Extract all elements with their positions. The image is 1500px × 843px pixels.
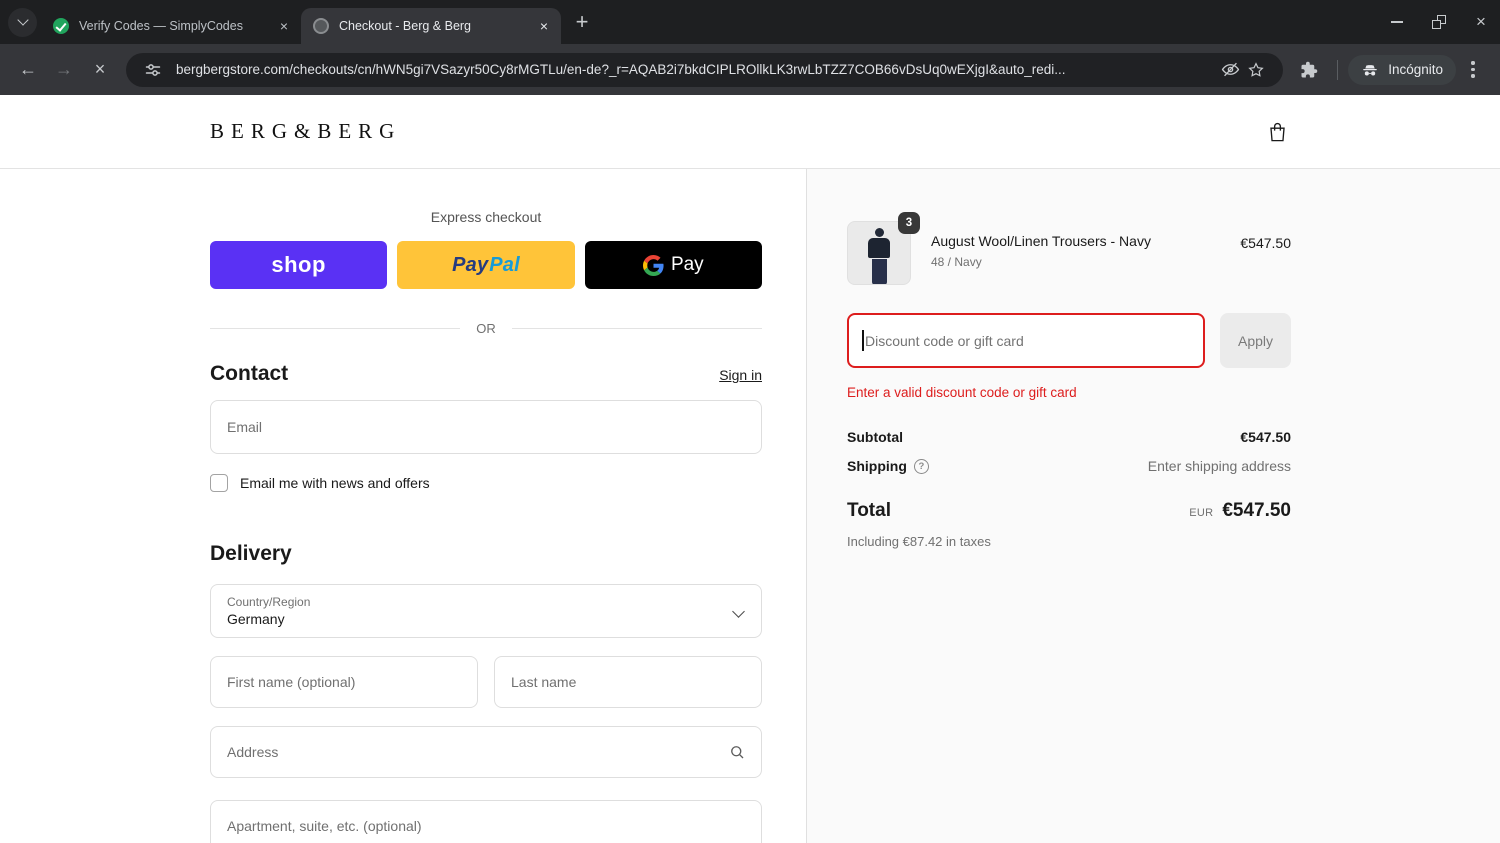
tab-title: Checkout - Berg & Berg: [339, 19, 472, 33]
sign-in-link[interactable]: Sign in: [719, 367, 762, 383]
country-select[interactable]: Country/Region Germany: [210, 584, 762, 638]
google-g-icon: [642, 254, 664, 276]
minimize-icon: [1391, 21, 1403, 23]
google-pay-button[interactable]: Pay: [584, 241, 762, 289]
delivery-heading: Delivery: [210, 542, 292, 565]
contact-heading: Contact: [210, 362, 289, 385]
newsletter-opt-in[interactable]: Email me with news and offers: [210, 474, 762, 492]
tab-title: Verify Codes — SimplyCodes: [79, 19, 243, 33]
newsletter-checkbox[interactable]: [210, 474, 228, 492]
window-controls: ×: [1390, 0, 1488, 44]
shipping-help-icon[interactable]: ?: [913, 458, 929, 474]
forward-button[interactable]: →: [46, 52, 82, 88]
text-caret: [862, 330, 864, 351]
cart-button[interactable]: [1266, 120, 1289, 143]
stop-loading-button[interactable]: ×: [82, 52, 118, 88]
browser-titlebar: Verify Codes — SimplyCodes × Checkout - …: [0, 0, 1500, 44]
extensions-puzzle-icon[interactable]: [1291, 52, 1327, 88]
tab-close-icon[interactable]: ×: [275, 17, 293, 35]
browser-toolbar: ← → × bergbergstore.com/checkouts/cn/hWN…: [0, 44, 1500, 95]
total-label: Total: [847, 500, 891, 521]
checkout-page: BERG&BERG Express checkout shop PayPal: [0, 95, 1500, 843]
minimize-button[interactable]: [1390, 15, 1404, 29]
close-window-button[interactable]: ×: [1474, 12, 1488, 31]
simplycodes-favicon-icon: [53, 18, 69, 34]
bookmark-star-icon[interactable]: [1243, 57, 1269, 83]
close-icon: ×: [1476, 12, 1486, 31]
restore-button[interactable]: [1432, 15, 1446, 29]
incognito-icon: [1363, 64, 1377, 75]
apartment-field[interactable]: [210, 800, 762, 843]
apply-discount-button[interactable]: Apply: [1220, 313, 1291, 368]
product-name: August Wool/Linen Trousers - Navy: [931, 233, 1151, 249]
new-tab-button[interactable]: +: [567, 7, 597, 37]
country-label: Country/Region: [227, 595, 311, 609]
berg-favicon-icon: [313, 18, 329, 34]
address-field[interactable]: [210, 726, 762, 778]
or-divider: OR: [210, 321, 762, 336]
cost-summary: Subtotal €547.50 Shipping ? Enter shippi…: [847, 429, 1291, 549]
shipping-label: Shipping: [847, 458, 907, 474]
incognito-label: Incógnito: [1388, 62, 1443, 77]
password-eye-off-icon[interactable]: [1217, 57, 1243, 83]
back-button[interactable]: ←: [10, 52, 46, 88]
subtotal-value: €547.50: [1240, 429, 1291, 445]
checkout-form-pane: Express checkout shop Pay Pal Pay OR Con…: [0, 169, 806, 843]
checkout-main: Express checkout shop Pay Pal Pay OR Con…: [0, 169, 1500, 843]
search-icon: [728, 743, 746, 761]
incognito-badge: Incógnito: [1348, 54, 1456, 85]
discount-section: Apply: [847, 313, 1291, 368]
tab-strip: Verify Codes — SimplyCodes × Checkout - …: [41, 8, 561, 44]
discount-error-message: Enter a valid discount code or gift card: [847, 385, 1077, 400]
last-name-field[interactable]: [494, 656, 762, 708]
taxes-note: Including €87.42 in taxes: [847, 534, 991, 549]
country-value: Germany: [227, 611, 285, 627]
tab-close-icon[interactable]: ×: [535, 17, 553, 35]
browser-menu-icon[interactable]: [1456, 53, 1490, 87]
subtotal-label: Subtotal: [847, 429, 903, 445]
tab-simplycodes[interactable]: Verify Codes — SimplyCodes ×: [41, 8, 301, 44]
currency-code: EUR: [1189, 507, 1214, 519]
product-price: €547.50: [1240, 235, 1291, 251]
tab-checkout-berg[interactable]: Checkout - Berg & Berg ×: [301, 8, 561, 44]
paypal-button[interactable]: Pay Pal: [397, 241, 575, 289]
first-name-field[interactable]: [210, 656, 478, 708]
shipping-value: Enter shipping address: [1147, 458, 1291, 474]
url-text[interactable]: bergbergstore.com/checkouts/cn/hWN5gi7VS…: [176, 62, 1207, 77]
product-variant: 48 / Navy: [931, 255, 982, 269]
toolbar-separator: [1337, 59, 1339, 80]
express-buttons: shop Pay Pal Pay: [210, 241, 762, 289]
order-summary-pane: 3 August Wool/Linen Trousers - Navy 48 /…: [806, 169, 1500, 843]
site-info-icon[interactable]: [140, 57, 166, 83]
email-field[interactable]: [210, 400, 762, 454]
chevron-down-icon: [16, 14, 29, 26]
total-value: €547.50: [1222, 500, 1291, 521]
quantity-badge: 3: [898, 212, 920, 234]
shop-pay-button[interactable]: shop: [210, 241, 388, 289]
cart-line-item: 3 August Wool/Linen Trousers - Navy 48 /…: [847, 212, 1291, 285]
store-header: BERG&BERG: [0, 95, 1500, 169]
omnibox[interactable]: bergbergstore.com/checkouts/cn/hWN5gi7VS…: [126, 52, 1284, 87]
cart-bag-icon: [1270, 122, 1285, 141]
store-logo[interactable]: BERG&BERG: [210, 119, 401, 144]
discount-code-field[interactable]: [847, 313, 1205, 368]
newsletter-label: Email me with news and offers: [240, 475, 430, 491]
tab-search-button[interactable]: [8, 7, 37, 37]
paypal-logo: Pay: [452, 253, 489, 276]
express-checkout-title: Express checkout: [430, 209, 542, 225]
chevron-down-icon: [732, 605, 745, 618]
